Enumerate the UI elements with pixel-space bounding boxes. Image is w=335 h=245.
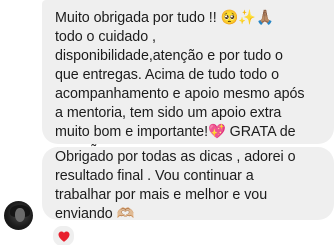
avatar[interactable] — [4, 201, 33, 230]
message-reaction[interactable] — [51, 224, 76, 245]
message-text: Muito obrigada por tudo !! 🥺✨🙏🏽 todo o c… — [55, 10, 305, 159]
message-bubble[interactable]: Muito obrigada por tudo !! 🥺✨🙏🏽 todo o c… — [42, 0, 334, 159]
message-bubble[interactable]: Obrigado por todas as dicas , adorei o r… — [42, 147, 334, 222]
avatar-face — [15, 208, 25, 222]
message-text: Obrigado por todas as dicas , adorei o r… — [55, 149, 296, 222]
red-heart-icon — [58, 231, 69, 242]
chat-thread: Muito obrigada por tudo !! 🥺✨🙏🏽 todo o c… — [0, 0, 335, 245]
